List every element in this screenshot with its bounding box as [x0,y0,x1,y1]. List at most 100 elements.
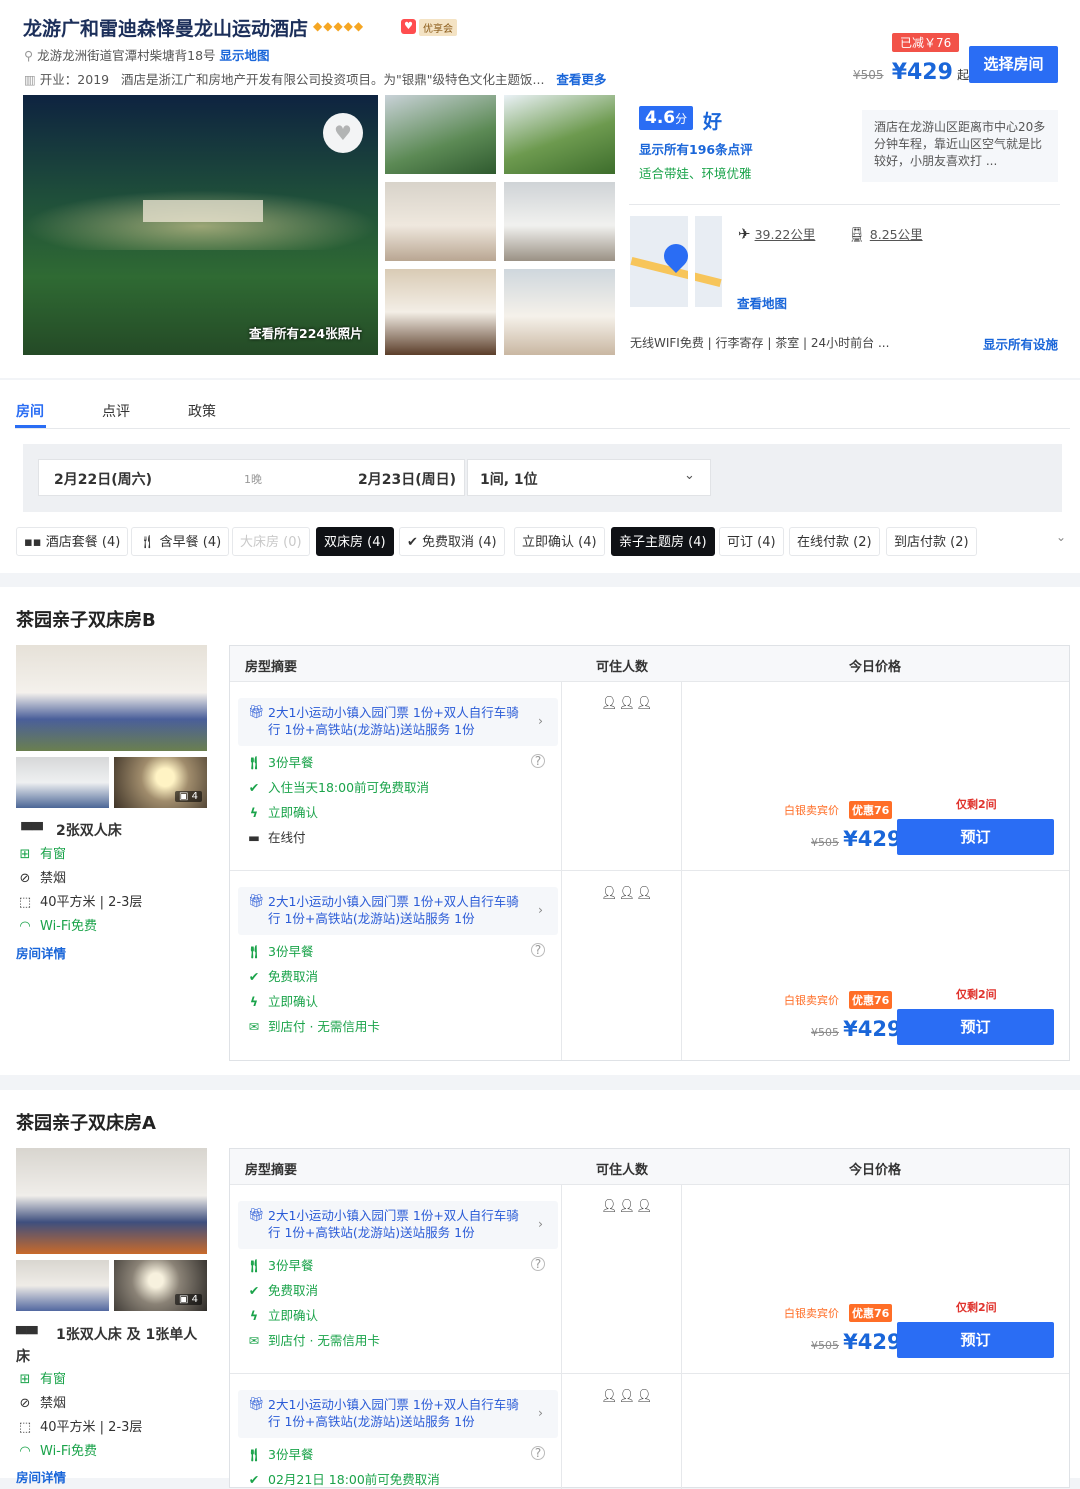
member-price-tag: 白银卖宾价 [784,994,839,1007]
help-icon[interactable]: ? [531,1446,545,1460]
filter-instant-confirm[interactable]: 立即确认 (4) [514,527,605,556]
all-facilities-link[interactable]: 显示所有设施 [983,334,1058,353]
double-bed-icon: ▀▀ [21,823,43,839]
check-circle-icon: ✔ [248,1472,260,1487]
rate-price: ¥505 ¥429 [811,827,902,851]
member-price-tag: 白银卖宾价 [784,1307,839,1320]
filter-breakfast[interactable]: 🍴︎ 含早餐 (4) [131,527,230,556]
mini-map[interactable] [630,216,722,307]
cancel-label: 免费取消 [268,1283,319,1298]
guests-select[interactable]: 1间, 1位 ⌄ [467,459,711,496]
fork-knife-icon: 🍴︎ [246,755,262,770]
card-icon: ▬ [248,830,260,845]
cancel-label: 02月21日 18:00前可免费取消 [268,1472,440,1487]
confirm-label: 立即确认 [268,1308,319,1323]
thumb-up-icon: ♥ [401,19,416,34]
select-room-button[interactable]: 选择房间 [969,46,1058,83]
rooms-left: 仅剩2间 [956,1301,997,1314]
room-main-photo[interactable] [16,645,207,751]
thumb-dining-1[interactable] [385,269,496,355]
photo-count-badge[interactable]: ▣ 4 [175,791,203,802]
confirm-feature: ϟ 立即确认 [246,993,318,1011]
room-thumb-1[interactable] [16,1260,109,1311]
room-thumb-1[interactable] [16,757,109,808]
airport-distance-value[interactable]: 39.22公里 [755,227,816,242]
all-photos-link[interactable]: 查看所有224张照片 [249,323,363,342]
room-details-link[interactable]: 房间详情 [16,1468,66,1488]
area-icon: ⬚ [18,895,32,910]
station-distance-value[interactable]: 8.25公里 [870,227,923,242]
filter-label: 含早餐 (4) [159,535,222,550]
favorite-heart-icon[interactable]: ♥ [323,113,363,153]
book-button[interactable]: 预订 [897,1009,1054,1045]
filter-label: 亲子主题房 (4) [619,535,707,550]
thumb-room-2[interactable] [504,182,615,261]
checkin-date[interactable]: 2月22日(周六) [54,469,152,489]
member-price-tag: 白银卖宾价 [784,804,839,817]
filter-twin-bed[interactable]: 双床房 (4) [316,527,394,556]
help-icon[interactable]: ? [531,943,545,957]
filter-available[interactable]: 可订 (4) [719,527,784,556]
filter-package[interactable]: ▪▪ 酒店套餐 (4) [16,527,129,556]
review-snippet[interactable]: 酒店在龙游山区距离市中心20多分钟车程，靠近山区空气就是比较好，小朋友喜欢打 .… [862,110,1058,182]
rating-word: 好 [703,111,723,133]
check-circle-icon: ✔ [248,780,260,795]
package-box[interactable]: 🎁︎ 2大1小运动小镇入园门票 1份+双人自行车骑行 1份+高铁站(龙游站)送站… [238,1201,558,1249]
thumb-aerial-1[interactable] [385,95,496,174]
nosmoke-label: 禁烟 [40,871,67,886]
filter-pay-online[interactable]: 在线付款 (2) [789,527,880,556]
new-price: ¥429 [843,827,902,851]
hotel-name: 龙游广和雷迪森怿曼龙山运动酒店 [23,18,309,40]
fork-knife-icon: 🍴︎ [139,535,160,550]
photo-count: 4 [191,791,199,802]
help-icon[interactable]: ? [531,754,545,768]
filter-family-theme[interactable]: 亲子主题房 (4) [611,527,715,556]
checkout-date[interactable]: 2月23日(周日) [358,469,456,489]
wifi-feature: ◠ Wi-Fi免费 [16,1442,97,1462]
rate-table: 房型摘要 可住人数 今日价格 🎁︎ 2大1小运动小镇入园门票 1份+双人自行车骑… [229,1148,1070,1489]
header-price: 今日价格 [849,1163,902,1178]
wifi-icon: ◠ [19,1444,31,1459]
filter-pay-shop[interactable]: 到店付款 (2) [886,527,977,556]
room-main-photo[interactable] [16,1148,207,1254]
rating-badge: 4.6分 [639,106,694,130]
photo-count-badge[interactable]: ▣ 4 [175,1294,203,1305]
confirm-feature: ϟ 立即确认 [246,804,318,822]
date-picker[interactable]: 2月22日(周六) 1晚 2月23日(周日) [38,459,465,496]
tab-rooms[interactable]: 房间 [16,401,44,421]
building-icon: ▥ [24,72,36,87]
package-box[interactable]: 🎁︎ 2大1小运动小镇入园门票 1份+双人自行车骑行 1份+高铁站(龙游站)送站… [238,887,558,935]
main-hotel-photo[interactable]: ♥ 查看所有224张照片 [23,95,378,355]
payment-label: 在线付 [268,830,306,845]
tab-policy[interactable]: 政策 [188,401,216,421]
thumb-dining-2[interactable] [504,269,615,355]
book-button[interactable]: 预订 [897,819,1054,855]
expand-filters-icon[interactable]: ⌄ [1056,530,1066,544]
room-title: 茶园亲子双床房B [16,610,156,631]
room-card-a: 茶园亲子双床房A ▣ 4 ▀▀ 1张双人床 及 1张单人床 ⊞ 有窗 ⊘ 禁烟 ⬚ 40… [0,1090,1080,1489]
room-thumb-2[interactable]: ▣ 4 [114,1260,207,1311]
help-icon[interactable]: ? [531,1257,545,1271]
filter-king-bed[interactable]: 大床房 (0) [232,527,310,556]
package-box[interactable]: 🎁︎ 2大1小运动小镇入园门票 1份+双人自行车骑行 1份+高铁站(龙游站)送站… [238,698,558,746]
thumb-room-1[interactable] [385,182,496,261]
package-box[interactable]: 🎁︎ 2大1小运动小镇入园门票 1份+双人自行车骑行 1份+高铁站(龙游站)送站… [238,1390,558,1438]
fork-knife-icon: 🍴︎ [246,944,262,959]
view-map-link[interactable]: 查看地图 [737,293,787,312]
room-details-link[interactable]: 房间详情 [16,944,66,964]
filter-free-cancel[interactable]: ✔ 免费取消 (4) [399,527,505,556]
show-map-link[interactable]: 显示地图 [220,48,270,63]
see-more-link[interactable]: 查看更多 [556,72,606,87]
gift-icon: 🎁︎ [248,1397,265,1412]
thumb-aerial-2[interactable] [504,95,615,174]
station-distance: 🚆︎ 8.25公里 [848,224,923,243]
chevron-down-icon: ⌄ [684,468,695,483]
tab-reviews[interactable]: 点评 [102,401,130,421]
book-button[interactable]: 预订 [897,1322,1054,1358]
header-new-price: ¥429 [891,60,953,85]
room-thumb-2[interactable]: ▣ 4 [114,757,207,808]
train-icon: 🚆︎ [848,227,866,243]
all-reviews-link[interactable]: 显示所有196条点评 [639,139,753,158]
hotel-intro: 酒店是浙江广和房地产开发有限公司投资项目。为"银鼎"级特色文化主题饭... [121,72,545,87]
fork-knife-icon: 🍴︎ [246,1258,262,1273]
